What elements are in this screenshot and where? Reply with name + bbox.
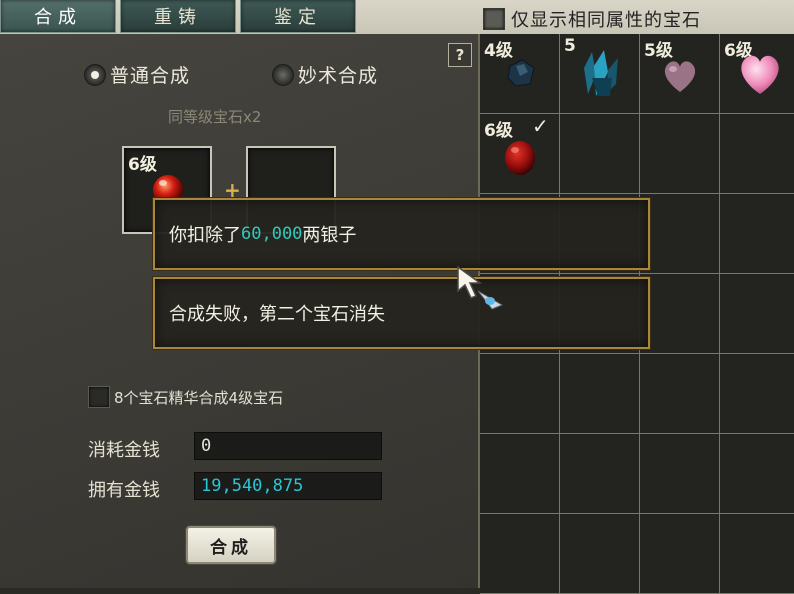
inventory-cell[interactable] [640, 274, 720, 354]
cost-field: 0 [194, 432, 382, 460]
inventory-cell[interactable]: 6级 ✓ [480, 114, 560, 194]
checkmark-icon: ✓ [532, 114, 549, 138]
inventory-cell[interactable] [720, 514, 794, 594]
inventory-cell[interactable] [720, 274, 794, 354]
mouse-cursor-icon [457, 265, 504, 310]
essence-option[interactable]: 8个宝石精华合成4级宝石 [88, 386, 283, 408]
radio-selected-icon[interactable] [84, 63, 106, 86]
red-gem-icon [505, 141, 535, 175]
requirement-hint: 同等级宝石x2 [168, 108, 262, 126]
inventory-cell[interactable] [720, 114, 794, 194]
inventory-cell[interactable] [640, 514, 720, 594]
pink-heart-gem-icon [664, 61, 696, 92]
mode-normal[interactable]: 普通合成 [84, 61, 190, 88]
inventory-cell[interactable]: 4级 [480, 34, 560, 114]
deduction-prefix: 你扣除了 [169, 225, 241, 246]
essence-label: 8个宝石精华合成4级宝石 [114, 388, 284, 407]
money-label: 拥有金钱 [88, 480, 160, 501]
tab-identify[interactable]: 鉴定 [240, 0, 356, 33]
money-field: 19,540,875 [194, 472, 382, 500]
inventory-cell[interactable] [560, 434, 640, 514]
failure-message: 合成失败，第二个宝石消失 [153, 277, 650, 349]
inventory-cell[interactable] [640, 114, 720, 194]
blue-crystal-icon [584, 50, 618, 96]
mode-skill-label: 妙术合成 [298, 65, 379, 87]
filter-checkbox[interactable] [483, 8, 505, 30]
inventory-cell[interactable] [720, 434, 794, 514]
tab-recast[interactable]: 重铸 [120, 0, 236, 33]
inventory-cell[interactable] [560, 114, 640, 194]
bright-pink-heart-gem-icon [741, 55, 779, 94]
same-attribute-filter[interactable]: 仅显示相同属性的宝石 [483, 6, 701, 32]
combine-button[interactable]: 合成 [186, 526, 276, 564]
mode-skill[interactable]: 妙术合成 [272, 61, 378, 88]
inventory-cell[interactable] [640, 354, 720, 434]
radio-unselected-icon[interactable] [272, 63, 294, 86]
inventory-cell[interactable] [560, 354, 640, 434]
inventory-cell[interactable]: 5 [560, 34, 640, 114]
inventory-cell[interactable]: 6级 [720, 34, 794, 114]
inventory-cell[interactable] [640, 434, 720, 514]
essence-checkbox[interactable] [88, 386, 110, 408]
deduction-message: 你扣除了 60,000 两银子 [153, 198, 650, 270]
inventory-cell[interactable]: 5级 [640, 34, 720, 114]
inventory-cell[interactable] [480, 354, 560, 434]
dark-blue-gem-icon [507, 59, 535, 87]
inventory-cell[interactable] [480, 434, 560, 514]
cell-level-label: 5 [564, 36, 576, 56]
failure-text: 合成失败，第二个宝石消失 [169, 304, 385, 325]
tab-combine[interactable]: 合成 [0, 0, 116, 33]
mode-normal-label: 普通合成 [110, 65, 191, 87]
cost-label: 消耗金钱 [88, 440, 160, 461]
inventory-cell[interactable] [480, 514, 560, 594]
filter-label: 仅显示相同属性的宝石 [511, 10, 701, 31]
inventory-cell[interactable] [560, 514, 640, 594]
inventory-cell[interactable] [720, 354, 794, 434]
inventory-cell[interactable] [720, 194, 794, 274]
inventory-cell[interactable] [640, 194, 720, 274]
help-button[interactable]: ? [448, 43, 472, 67]
deduction-suffix: 两银子 [302, 225, 357, 246]
deduction-amount: 60,000 [241, 224, 303, 244]
